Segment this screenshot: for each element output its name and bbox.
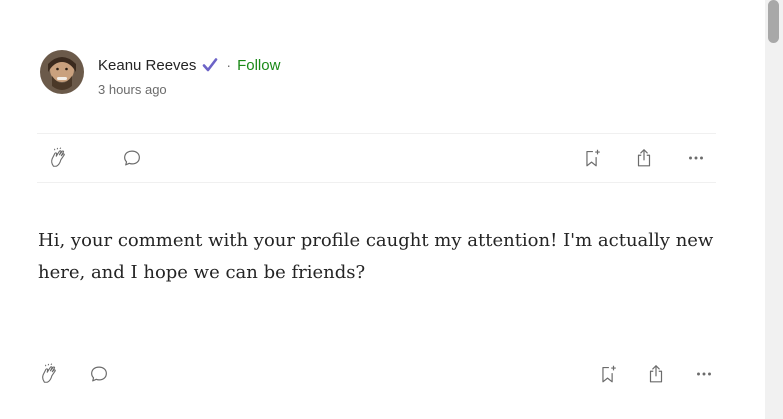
share-icon[interactable] — [644, 362, 668, 386]
scrollbar[interactable] — [765, 0, 783, 419]
author-meta: Keanu Reeves · Follow 3 hours ago — [98, 50, 280, 98]
more-icon[interactable] — [692, 362, 716, 386]
more-icon[interactable] — [684, 146, 708, 170]
bottom-action-bar — [37, 350, 716, 398]
separator-dot: · — [226, 57, 232, 73]
bookmark-add-icon[interactable] — [580, 146, 604, 170]
author-name-row: Keanu Reeves · Follow — [98, 54, 280, 76]
verified-check-icon — [202, 57, 218, 73]
author-name[interactable]: Keanu Reeves — [98, 57, 196, 74]
comment-icon[interactable] — [87, 362, 111, 386]
comment-body: Hi, your comment with your profile caugh… — [38, 230, 714, 283]
clap-icon[interactable] — [38, 362, 62, 386]
scrollbar-thumb[interactable] — [768, 0, 779, 43]
follow-button[interactable]: Follow — [237, 57, 280, 74]
bookmark-add-icon[interactable] — [596, 362, 620, 386]
timestamp: 3 hours ago — [98, 82, 167, 97]
author-header: Keanu Reeves · Follow 3 hours ago — [40, 50, 280, 97]
clap-icon[interactable] — [47, 146, 71, 170]
avatar[interactable] — [40, 50, 84, 94]
share-icon[interactable] — [632, 146, 656, 170]
comment-icon[interactable] — [120, 146, 144, 170]
top-action-bar — [37, 133, 716, 183]
